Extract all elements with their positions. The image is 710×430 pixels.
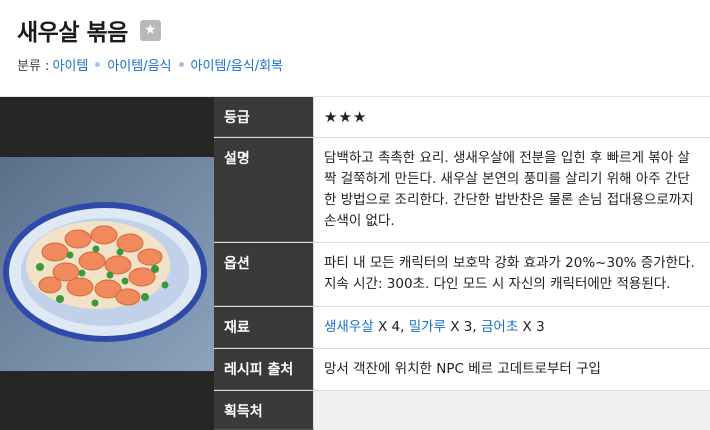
material-qty: X 3, <box>450 319 477 335</box>
material-qty: X 4, <box>377 319 405 335</box>
materials-list: 생새우살 X 4, 밀가루 X 3, 금어초 X 3 <box>314 307 710 348</box>
item-image-panel <box>0 97 214 430</box>
bullet-separator <box>178 62 184 67</box>
material-qty: X 3 <box>522 319 545 335</box>
category-label: 분류 : <box>17 59 50 74</box>
row-obtain: 획득처 <box>214 391 710 430</box>
category-link-recovery[interactable]: 아이템/음식/회복 <box>191 55 283 74</box>
material-link-shrimp[interactable]: 생새우살 <box>324 319 374 335</box>
category-breadcrumb: 분류 : 아이템 아이템/음식 아이템/음식/회복 <box>17 55 283 74</box>
row-recipe-source: 레시피 출처 망서 객잔에 위치한 NPC 베르 고데트로부터 구입 <box>214 349 710 391</box>
material-link-snapdragon[interactable]: 금어초 <box>481 319 518 335</box>
bullet-separator <box>95 62 101 67</box>
row-description: 설명 담백하고 촉촉한 요리. 생새우살에 전분을 입힌 후 빠르게 볶아 살짝… <box>214 138 710 243</box>
category-link-food[interactable]: 아이템/음식 <box>107 55 171 74</box>
row-option: 옵션 파티 내 모든 캐릭터의 보호막 강화 효과가 20%~30% 증가한다.… <box>214 243 710 307</box>
option-text: 파티 내 모든 캐릭터의 보호막 강화 효과가 20%~30% 증가한다. 지속… <box>314 243 710 306</box>
obtain-text <box>314 391 710 430</box>
header-grade: 등급 <box>214 97 314 137</box>
header-option: 옵션 <box>214 243 314 306</box>
grade-stars: ★★★ <box>324 108 368 126</box>
favorite-star-button[interactable]: ★ <box>139 19 161 41</box>
header-description: 설명 <box>214 138 314 242</box>
row-grade: 등급 ★★★ <box>214 97 710 138</box>
row-materials: 재료 생새우살 X 4, 밀가루 X 3, 금어초 X 3 <box>214 307 710 349</box>
item-info-table: 등급 ★★★ 설명 담백하고 촉촉한 요리. 생새우살에 전분을 입힌 후 빠르… <box>214 97 710 430</box>
description-text: 담백하고 촉촉한 요리. 생새우살에 전분을 입힌 후 빠르게 볶아 살짝 걸쭉… <box>314 138 710 242</box>
header-materials: 재료 <box>214 307 314 348</box>
shrimp-dish-image <box>0 157 214 371</box>
star-icon: ★ <box>144 22 157 38</box>
header-obtain: 획득처 <box>214 391 314 430</box>
page-title: 새우살 볶음 <box>17 20 128 46</box>
header-recipe-source: 레시피 출처 <box>214 349 314 390</box>
title-row: 새우살 볶음 ★ <box>17 14 161 46</box>
recipe-source-text: 망서 객잔에 위치한 NPC 베르 고데트로부터 구입 <box>314 349 710 390</box>
category-link-item[interactable]: 아이템 <box>52 55 88 74</box>
material-link-flour[interactable]: 밀가루 <box>409 319 446 335</box>
